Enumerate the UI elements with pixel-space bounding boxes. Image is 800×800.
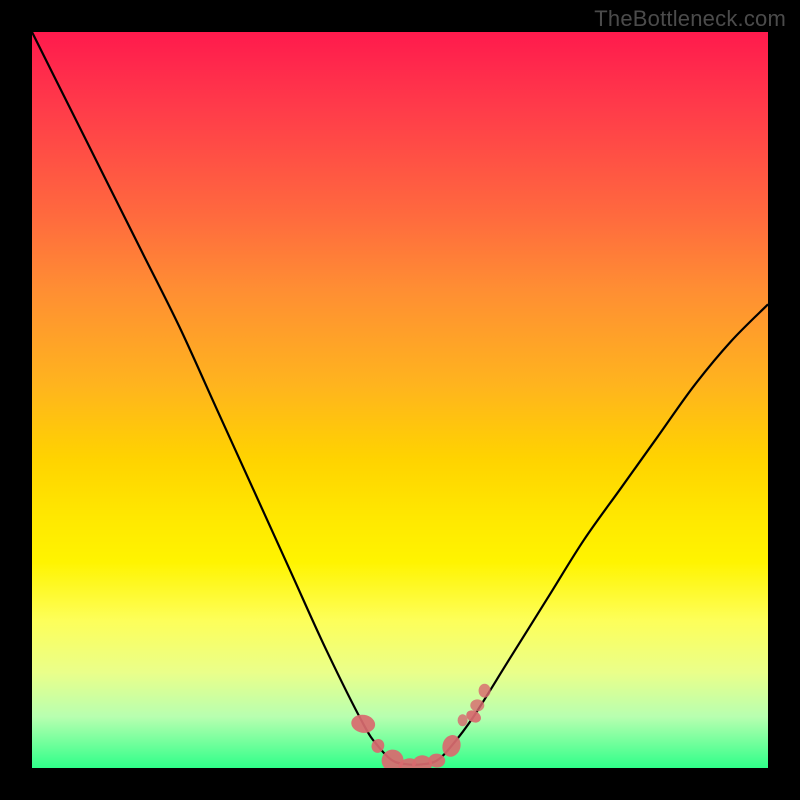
watermark-text: TheBottleneck.com	[594, 6, 786, 32]
plot-area	[32, 32, 768, 768]
curve-markers	[350, 684, 491, 768]
curve-svg	[32, 32, 768, 768]
chart-frame: TheBottleneck.com	[0, 0, 800, 800]
curve-marker	[479, 684, 491, 698]
bottleneck-curve	[32, 32, 768, 765]
curve-marker	[470, 699, 484, 711]
curve-marker	[458, 714, 468, 726]
curve-marker	[350, 713, 377, 735]
